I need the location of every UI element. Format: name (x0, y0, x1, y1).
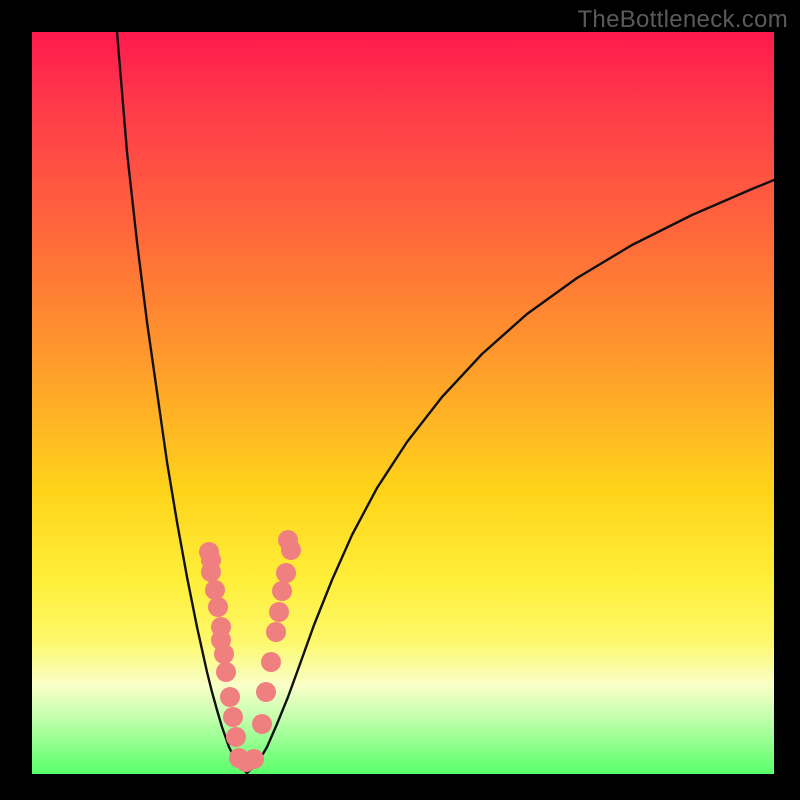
marker-dot (244, 749, 264, 769)
marker-dot (223, 707, 243, 727)
marker-dot (205, 580, 225, 600)
curve-overlay (32, 32, 774, 774)
marker-dot (256, 682, 276, 702)
marker-dot (281, 540, 301, 560)
marker-dot (266, 622, 286, 642)
marker-dot (276, 563, 296, 583)
marker-dot (208, 597, 228, 617)
curve-right-branch (247, 180, 774, 773)
marker-dot (220, 687, 240, 707)
marker-dot (261, 652, 281, 672)
bottleneck-curve (117, 32, 774, 773)
marker-dot (214, 644, 234, 664)
marker-dot (272, 581, 292, 601)
marker-dot (269, 602, 289, 622)
marker-dot (252, 714, 272, 734)
marker-dot (201, 562, 221, 582)
watermark-text: TheBottleneck.com (577, 6, 788, 34)
plot-area (32, 32, 774, 774)
marker-dot (226, 727, 246, 747)
chart-frame: TheBottleneck.com (0, 0, 800, 800)
marker-dot (216, 662, 236, 682)
marker-dots (199, 530, 301, 772)
